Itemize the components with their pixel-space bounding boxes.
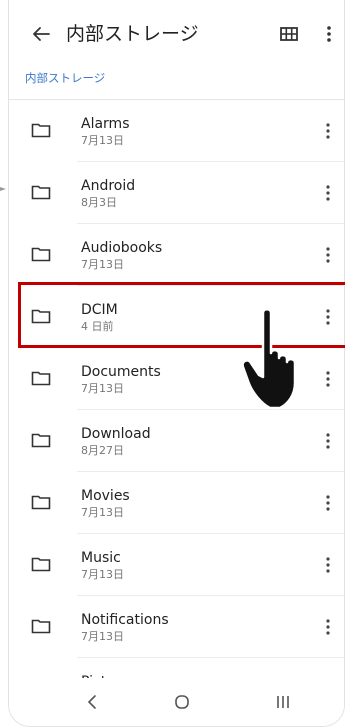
more-vert-icon[interactable] xyxy=(320,493,336,513)
folder-icon xyxy=(31,308,51,324)
more-vert-icon[interactable] xyxy=(320,431,336,451)
more-vert-icon[interactable] xyxy=(320,183,336,203)
folder-name: Notifications xyxy=(81,612,169,628)
folder-icon xyxy=(31,618,51,634)
list-item-folder[interactable]: Audiobooks 7月13日 xyxy=(9,224,344,286)
folder-icon xyxy=(31,370,51,386)
folder-name: Audiobooks xyxy=(81,240,163,256)
page-title: 内部ストレージ xyxy=(66,23,199,45)
nav-home-icon[interactable] xyxy=(170,690,194,714)
folder-name: Download xyxy=(81,426,151,442)
folder-name: Documents xyxy=(81,364,161,380)
top-app-bar: 内部ストレージ xyxy=(9,0,344,66)
list-item-folder[interactable]: Android 8月3日 xyxy=(9,162,344,224)
more-vert-icon[interactable] xyxy=(320,307,336,327)
folder-name: Alarms xyxy=(81,116,130,132)
folder-icon xyxy=(31,122,51,138)
folder-icon xyxy=(31,432,51,448)
list-item-folder[interactable]: Notifications 7月13日 xyxy=(9,596,344,658)
more-vert-icon[interactable] xyxy=(320,555,336,575)
list-item-folder[interactable]: Movies 7月13日 xyxy=(9,472,344,534)
grid-view-icon[interactable] xyxy=(277,22,301,46)
folder-date: 8月3日 xyxy=(81,196,117,209)
more-vert-icon[interactable] xyxy=(320,617,336,637)
list-item-folder[interactable]: Alarms 7月13日 xyxy=(9,100,344,162)
folder-date: 7月13日 xyxy=(81,568,124,581)
folder-date: 7月13日 xyxy=(81,134,124,147)
arrow-back-icon[interactable] xyxy=(27,20,55,48)
folder-name: Music xyxy=(81,550,121,566)
folder-icon xyxy=(31,494,51,510)
folder-icon xyxy=(31,246,51,262)
more-vert-icon[interactable] xyxy=(317,22,341,46)
folder-name: Movies xyxy=(81,488,130,504)
breadcrumb-item-internal-storage[interactable]: 内部ストレージ xyxy=(25,70,105,86)
folder-date: 7月13日 xyxy=(81,258,124,271)
system-nav-bar xyxy=(9,678,344,726)
side-arrow-mark xyxy=(0,176,6,191)
more-vert-icon[interactable] xyxy=(320,245,336,265)
list-item-folder[interactable]: Music 7月13日 xyxy=(9,534,344,596)
folder-name: DCIM xyxy=(81,302,118,318)
folder-date: 8月27日 xyxy=(81,444,124,457)
nav-recents-icon[interactable] xyxy=(271,690,295,714)
folder-name: Android xyxy=(81,178,136,194)
more-vert-icon[interactable] xyxy=(320,121,336,141)
more-vert-icon[interactable] xyxy=(320,369,336,389)
folder-date: 7月13日 xyxy=(81,382,124,395)
list-item-folder[interactable]: Download 8月27日 xyxy=(9,410,344,472)
folder-icon xyxy=(31,184,51,200)
folder-date: 4 日前 xyxy=(81,320,114,333)
pointing-hand-icon xyxy=(240,305,312,413)
folder-date: 7月13日 xyxy=(81,630,124,643)
folder-icon xyxy=(31,556,51,572)
nav-back-icon[interactable] xyxy=(81,690,105,714)
breadcrumb: 内部ストレージ xyxy=(9,66,344,96)
folder-date: 7月13日 xyxy=(81,506,124,519)
